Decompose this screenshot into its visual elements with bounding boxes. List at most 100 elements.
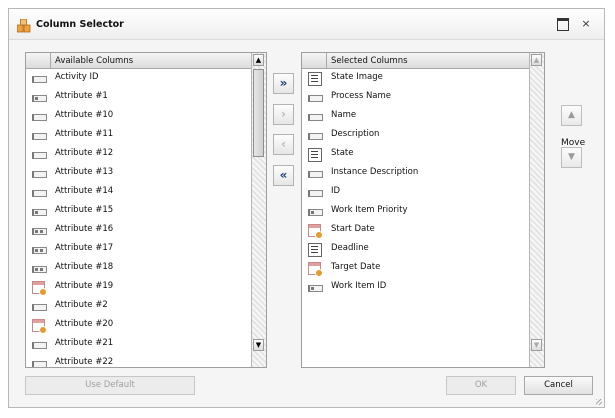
list-item-label: Attribute #21 <box>55 338 114 348</box>
text-field-icon <box>32 186 47 198</box>
list-item[interactable]: Attribute #17 <box>26 240 252 259</box>
list-item-label: Start Date <box>331 224 375 234</box>
text-field-icon <box>308 129 323 141</box>
list-item[interactable]: Work Item Priority <box>302 202 530 221</box>
list-item[interactable]: Instance Description <box>302 164 530 183</box>
list-item-label: Attribute #15 <box>55 205 114 215</box>
scroll-down-button[interactable]: ▼ <box>253 339 264 351</box>
move-down-button[interactable]: ▼ <box>561 147 582 168</box>
available-columns-list[interactable]: Available Columns Activity ID Attribute #… <box>25 52 267 368</box>
scroll-thumb[interactable] <box>253 69 264 157</box>
remove-button[interactable]: ‹ <box>273 134 294 155</box>
maximize-button[interactable] <box>556 17 570 31</box>
list-item[interactable]: Activity ID <box>26 69 252 88</box>
list-item-label: Attribute #16 <box>55 224 114 234</box>
list-item[interactable]: Attribute #21 <box>26 335 252 354</box>
text-field-icon <box>32 129 47 141</box>
list-item[interactable]: Deadline <box>302 240 530 259</box>
ok-button[interactable]: OK <box>446 376 516 395</box>
list-item[interactable]: Attribute #18 <box>26 259 252 278</box>
list-item-label: ID <box>331 186 341 196</box>
list-item[interactable]: Attribute #19 <box>26 278 252 297</box>
list-item-label: Attribute #13 <box>55 167 114 177</box>
list-item[interactable]: Attribute #22 <box>26 354 252 367</box>
remove-all-button[interactable]: « <box>273 165 294 186</box>
list-item[interactable]: Attribute #1 <box>26 88 252 107</box>
list-item[interactable]: Attribute #20 <box>26 316 252 335</box>
add-button[interactable]: › <box>273 104 294 125</box>
list-item-label: Attribute #17 <box>55 243 114 253</box>
list-item[interactable]: Attribute #15 <box>26 202 252 221</box>
list-item[interactable]: Attribute #2 <box>26 297 252 316</box>
list-item[interactable]: Attribute #12 <box>26 145 252 164</box>
list-item[interactable]: Target Date <box>302 259 530 278</box>
image-list-icon <box>308 72 322 86</box>
list-item[interactable]: Process Name <box>302 88 530 107</box>
list-item-label: Work Item ID <box>331 281 387 291</box>
list-item[interactable]: Work Item ID <box>302 278 530 297</box>
list-item[interactable]: State <box>302 145 530 164</box>
move-up-button[interactable]: ▲ <box>561 105 582 126</box>
list-item-label: Attribute #10 <box>55 110 114 120</box>
selected-columns-scrollbar[interactable]: ▲ ▼ <box>529 53 544 367</box>
available-columns-scrollbar[interactable]: ▲ ▼ <box>251 53 266 367</box>
text-field-icon <box>308 186 323 198</box>
list-item-label: Name <box>331 110 357 120</box>
icon-column-header <box>26 53 51 68</box>
list-item[interactable]: Attribute #11 <box>26 126 252 145</box>
list-item[interactable]: Attribute #14 <box>26 183 252 202</box>
text-field-icon <box>32 357 47 367</box>
scroll-up-button[interactable]: ▲ <box>531 54 542 66</box>
scroll-down-button[interactable]: ▼ <box>531 339 542 351</box>
selected-columns-list[interactable]: Selected Columns State Image Process Name… <box>301 52 545 368</box>
list-item-label: Deadline <box>331 243 369 253</box>
list-item[interactable]: ID <box>302 183 530 202</box>
list-item-label: Attribute #18 <box>55 262 114 272</box>
list-item-label: Instance Description <box>331 167 419 177</box>
selected-columns-title: Selected Columns <box>331 56 408 66</box>
list-item[interactable]: Description <box>302 126 530 145</box>
cancel-button[interactable]: Cancel <box>524 376 593 395</box>
list-item[interactable]: Attribute #10 <box>26 107 252 126</box>
text-field-icon <box>32 148 47 160</box>
list-item-label: Attribute #20 <box>55 319 114 329</box>
add-all-button[interactable]: » <box>273 73 294 94</box>
list-item-label: Attribute #1 <box>55 91 108 101</box>
list-item[interactable]: Start Date <box>302 221 530 240</box>
decimal-field-icon <box>32 262 47 274</box>
text-field-icon <box>32 72 47 84</box>
use-default-button[interactable]: Use Default <box>25 376 195 395</box>
column-selector-dialog: Column Selector × Available Columns Acti… <box>8 8 605 408</box>
date-time-icon <box>32 281 47 296</box>
text-field-icon <box>32 110 47 122</box>
list-item-label: Attribute #22 <box>55 357 114 367</box>
icon-column-header <box>302 53 327 68</box>
list-item-label: Attribute #12 <box>55 148 114 158</box>
selected-columns-header: Selected Columns <box>302 53 544 69</box>
selected-columns-rows: State Image Process Name Name Description St… <box>302 69 530 367</box>
decimal-field-icon <box>32 243 47 255</box>
scroll-up-button[interactable]: ▲ <box>253 54 264 66</box>
list-item-label: Description <box>331 129 380 139</box>
list-item-label: Activity ID <box>55 72 99 82</box>
list-item-label: Attribute #2 <box>55 300 108 310</box>
available-columns-rows: Activity ID Attribute #1 Attribute #10 Attr… <box>26 69 252 367</box>
resize-grip-icon[interactable] <box>596 399 602 405</box>
number-field-icon <box>32 205 47 217</box>
list-item-label: Work Item Priority <box>331 205 408 215</box>
dialog-title: Column Selector <box>36 19 124 30</box>
list-item[interactable]: Name <box>302 107 530 126</box>
available-columns-header: Available Columns <box>26 53 266 69</box>
list-item[interactable]: Attribute #13 <box>26 164 252 183</box>
image-list-icon <box>308 148 322 162</box>
text-field-icon <box>308 91 323 103</box>
number-field-icon <box>308 205 323 217</box>
list-item-label: Process Name <box>331 91 392 101</box>
number-field-icon <box>32 91 47 103</box>
title-bar: Column Selector × <box>9 9 604 40</box>
close-button[interactable]: × <box>579 17 593 31</box>
list-item[interactable]: Attribute #16 <box>26 221 252 240</box>
decimal-field-icon <box>32 224 47 236</box>
list-item[interactable]: State Image <box>302 69 530 88</box>
date-time-icon <box>308 262 323 277</box>
